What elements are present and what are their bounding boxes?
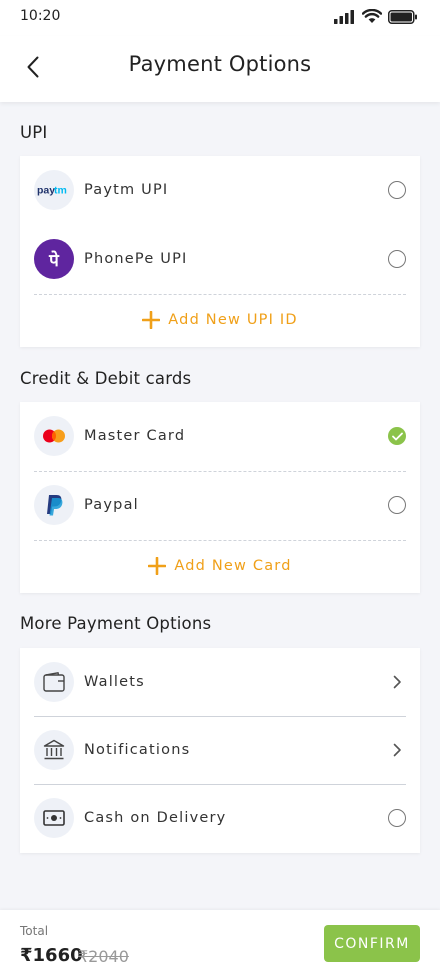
payment-option-notifications[interactable]: Notifications (34, 716, 406, 784)
payment-option-label: Cash on Delivery (84, 810, 227, 826)
payment-option-paytm[interactable]: pay tm Paytm UPI (34, 156, 406, 224)
wallets-logo (34, 662, 74, 702)
paytm-icon: pay tm (37, 185, 67, 197)
radio-button-checked[interactable] (388, 427, 406, 445)
wallet-icon (43, 672, 65, 692)
more-options-card: Wallets Notifications Cash on Delivery (20, 648, 420, 853)
cash-icon (43, 810, 65, 826)
checkout-footer: Total ₹1660 ₹2040 CONFIRM (0, 910, 440, 978)
status-time: 10:20 (20, 8, 61, 24)
radio-button[interactable] (388, 181, 406, 199)
add-new-card-button[interactable]: Add New Card (20, 541, 420, 591)
plus-icon (148, 557, 167, 575)
radio-button[interactable] (388, 809, 406, 827)
section-title-upi: UPI (20, 123, 48, 142)
confirm-button[interactable]: CONFIRM (324, 925, 420, 962)
svg-text:tm: tm (54, 185, 67, 197)
plus-icon (142, 311, 161, 329)
upi-card: pay tm Paytm UPI पे PhonePe UPI Add New … (20, 156, 420, 347)
phonepe-icon: पे (49, 250, 59, 271)
payment-option-label: PhonePe UPI (84, 251, 188, 267)
battery-icon (388, 9, 417, 24)
section-title-more: More Payment Options (20, 614, 212, 633)
total-price: ₹1660 (20, 945, 83, 966)
payment-option-phonepe[interactable]: पे PhonePe UPI (34, 225, 406, 293)
payment-option-label: Notifications (84, 742, 191, 758)
payment-option-label: Paytm UPI (84, 182, 169, 198)
add-new-card-label: Add New Card (174, 558, 292, 574)
chevron-right-icon (388, 741, 406, 759)
phonepe-logo: पे (34, 239, 74, 279)
cash-logo (34, 798, 74, 838)
mastercard-icon (43, 429, 65, 443)
payment-option-label: Paypal (84, 497, 139, 513)
svg-text:pay: pay (37, 185, 55, 197)
radio-button[interactable] (388, 250, 406, 268)
add-new-upi-label: Add New UPI ID (168, 312, 298, 328)
check-icon (391, 432, 403, 440)
paytm-logo: pay tm (34, 170, 74, 210)
original-price: ₹2040 (78, 947, 129, 966)
wifi-icon (362, 9, 382, 23)
mastercard-logo (34, 416, 74, 456)
payment-option-wallets[interactable]: Wallets (34, 648, 406, 716)
status-bar: 10:20 (0, 0, 440, 36)
payment-option-paypal[interactable]: Paypal (34, 471, 406, 539)
payment-option-label: Wallets (84, 674, 145, 690)
total-label: Total (20, 924, 49, 938)
page-title: Payment Options (128, 52, 312, 76)
cards-card: Master Card Paypal Add New Card (20, 402, 420, 593)
signal-icon (334, 9, 354, 24)
radio-button[interactable] (388, 496, 406, 514)
add-new-upi-button[interactable]: Add New UPI ID (20, 295, 420, 345)
section-title-cards: Credit & Debit cards (20, 369, 192, 388)
bank-logo (34, 730, 74, 770)
app-header: Payment Options (0, 36, 440, 102)
payment-option-label: Master Card (84, 428, 186, 444)
payment-option-cod[interactable]: Cash on Delivery (34, 784, 406, 852)
status-icons (334, 9, 418, 24)
chevron-right-icon (388, 673, 406, 691)
paypal-logo (34, 485, 74, 525)
paypal-icon (47, 495, 63, 516)
bank-icon (43, 739, 65, 760)
payment-option-mastercard[interactable]: Master Card (34, 402, 406, 470)
